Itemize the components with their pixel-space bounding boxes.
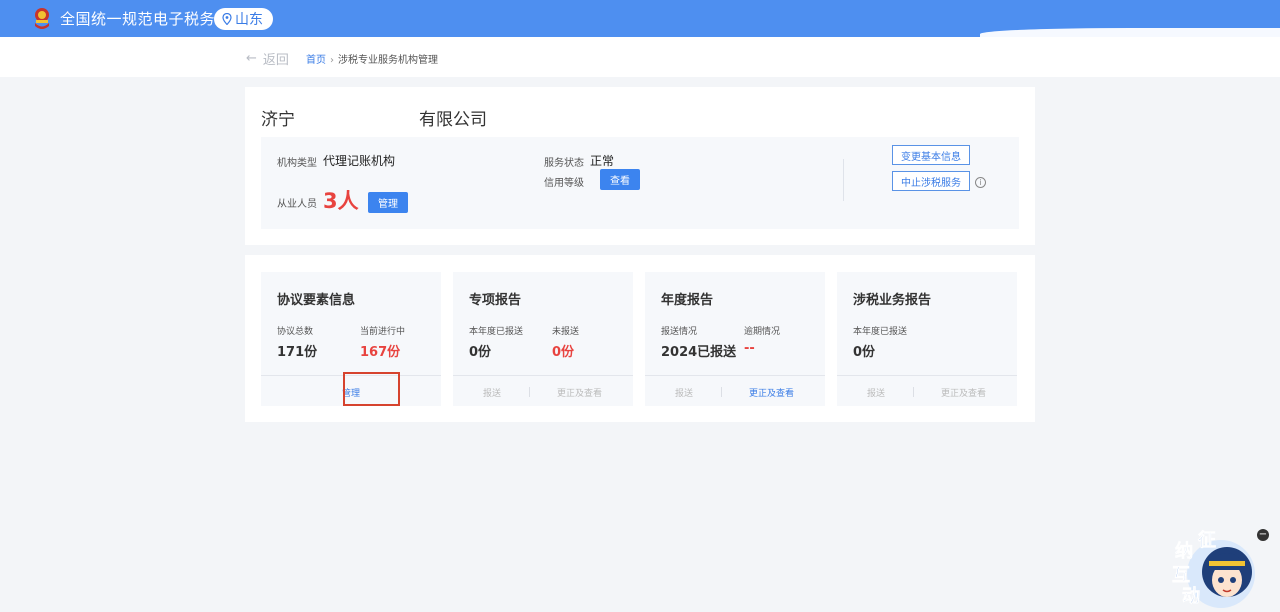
company-name-prefix: 济宁 xyxy=(261,110,295,130)
stat-label: 报送情况 xyxy=(661,327,698,337)
card-title: 涉税业务报告 xyxy=(853,293,932,308)
submit-link[interactable]: 报送 xyxy=(867,386,885,399)
highlight-box xyxy=(343,372,400,406)
org-type-value: 代理记账机构 xyxy=(323,154,396,168)
divider xyxy=(913,387,914,397)
staff-count: 3人 xyxy=(323,189,359,213)
card-annual-report: 年度报告 报送情况 2024已报送 逾期情况 -- 报送 更正及查看 xyxy=(645,272,825,406)
stat-value: 167份 xyxy=(360,345,401,360)
company-name: 济宁 有限公司 xyxy=(261,105,487,130)
stat-value: 171份 xyxy=(277,345,318,360)
submit-link[interactable]: 报送 xyxy=(483,386,501,399)
card-tax-business-report: 涉税业务报告 本年度已报送 0份 报送 更正及查看 xyxy=(837,272,1017,406)
region-selector[interactable]: 山东 xyxy=(214,8,273,30)
location-pin-icon xyxy=(222,13,232,25)
company-info-box: 机构类型 代理记账机构 从业人员 3人 管理 服务状态 正常 信用等级 查看 变… xyxy=(261,137,1019,229)
breadcrumb-current: 涉税专业服务机构管理 xyxy=(338,55,438,66)
service-status-value: 正常 xyxy=(590,154,615,168)
breadcrumb: 首页 › 涉税专业服务机构管理 xyxy=(306,51,438,66)
correct-view-link[interactable]: 更正及查看 xyxy=(941,386,986,399)
card-title: 年度报告 xyxy=(661,293,714,308)
back-button[interactable]: ← 返回 xyxy=(246,49,289,68)
back-label: 返回 xyxy=(262,53,289,68)
breadcrumb-bar: ← 返回 首页 › 涉税专业服务机构管理 xyxy=(0,37,1280,77)
card-title: 专项报告 xyxy=(469,293,522,308)
divider xyxy=(843,159,844,201)
top-header: 全国统一规范电子税务局 山东 xyxy=(0,0,1280,40)
assistant-widget[interactable]: 征 纳 互 动 xyxy=(1170,524,1260,612)
card-footer: 报送 更正及查看 xyxy=(837,375,1017,406)
widget-char-na: 纳 xyxy=(1175,540,1193,562)
correct-view-link[interactable]: 更正及查看 xyxy=(557,386,602,399)
stat-label: 本年度已报送 xyxy=(469,327,524,337)
widget-char-hu: 互 xyxy=(1172,565,1190,586)
stat-value: 0份 xyxy=(469,345,492,360)
credit-label: 信用等级 xyxy=(544,178,584,189)
stat-value: -- xyxy=(744,341,755,356)
tax-emblem-icon xyxy=(35,8,49,29)
stat-label: 本年度已报送 xyxy=(853,327,908,337)
card-footer: 报送 更正及查看 xyxy=(453,375,633,406)
arrow-left-icon: ← xyxy=(246,51,257,66)
suspend-service-button[interactable]: 中止涉税服务 xyxy=(892,171,970,191)
stat-value: 0份 xyxy=(552,345,575,360)
stat-value: 2024已报送 xyxy=(661,345,737,360)
stat-value: 0份 xyxy=(853,345,876,360)
card-title: 协议要素信息 xyxy=(277,293,356,308)
company-name-suffix: 有限公司 xyxy=(419,110,487,130)
submit-link[interactable]: 报送 xyxy=(675,386,693,399)
widget-char-dong: 动 xyxy=(1182,586,1200,607)
cards-panel: 协议要素信息 协议总数 171份 当前进行中 167份 管理 专项报告 本年度已… xyxy=(245,255,1035,422)
card-special-report: 专项报告 本年度已报送 0份 未报送 0份 报送 更正及查看 xyxy=(453,272,633,406)
breadcrumb-home[interactable]: 首页 xyxy=(306,55,326,66)
card-footer: 报送 更正及查看 xyxy=(645,375,825,406)
credit-view-button[interactable]: 查看 xyxy=(600,169,640,190)
company-panel: 济宁 有限公司 机构类型 代理记账机构 从业人员 3人 管理 服务状态 正常 信用… xyxy=(245,87,1035,245)
divider xyxy=(721,387,722,397)
staff-manage-button[interactable]: 管理 xyxy=(368,192,408,213)
staff-label: 从业人员 xyxy=(277,199,317,210)
org-type-label: 机构类型 xyxy=(277,158,317,169)
chevron-right-icon: › xyxy=(330,55,334,66)
change-info-button[interactable]: 变更基本信息 xyxy=(892,145,970,165)
widget-char-zheng: 征 xyxy=(1198,529,1216,551)
service-status-label: 服务状态 xyxy=(544,158,584,169)
site-title[interactable]: 全国统一规范电子税务局 xyxy=(60,8,231,29)
stat-label: 协议总数 xyxy=(277,327,314,337)
correct-view-link[interactable]: 更正及查看 xyxy=(749,386,794,399)
card-agreement: 协议要素信息 协议总数 171份 当前进行中 167份 管理 xyxy=(261,272,441,406)
divider xyxy=(529,387,530,397)
stat-label: 未报送 xyxy=(552,327,580,337)
info-icon[interactable]: i xyxy=(975,177,986,188)
region-label: 山东 xyxy=(235,12,263,28)
stat-label: 当前进行中 xyxy=(360,327,406,337)
stat-label: 逾期情况 xyxy=(744,327,781,337)
